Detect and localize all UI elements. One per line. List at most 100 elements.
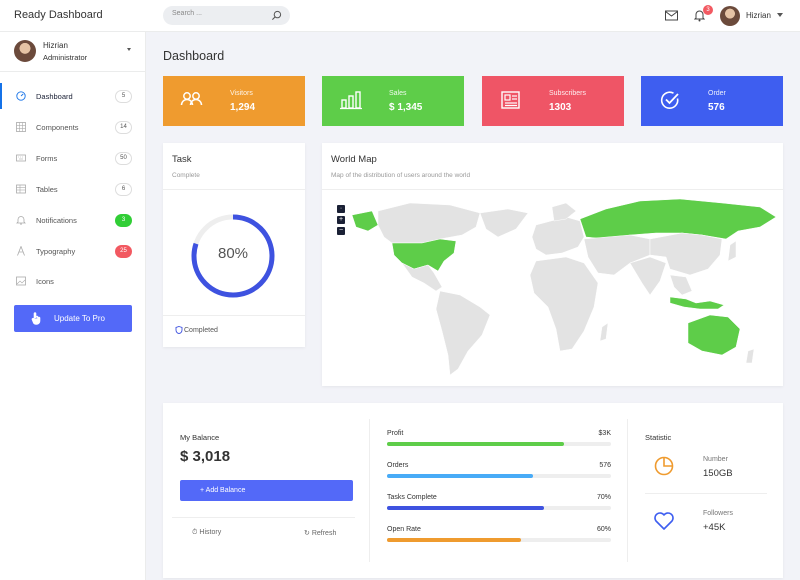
- task-card: Task Complete 80% Completed: [163, 143, 305, 347]
- sidebar-item-dashboard[interactable]: Dashboard 5: [0, 83, 146, 109]
- map-region-highlighted: [687, 314, 741, 356]
- divider: [163, 315, 305, 316]
- balance-value: $ 3,018: [180, 448, 231, 465]
- card-title: World Map: [331, 154, 377, 165]
- sidebar-item-forms[interactable]: Forms 50: [0, 145, 146, 171]
- stat-card-sales[interactable]: Sales $ 1,345: [322, 76, 464, 126]
- map-region-highlighted: [351, 210, 379, 232]
- divider: [645, 493, 767, 494]
- users-icon: [180, 92, 203, 106]
- card-subtitle: Map of the distribution of users around …: [331, 172, 471, 179]
- progress-track: [387, 474, 611, 478]
- sidebar-item-typography[interactable]: Typography 25: [0, 238, 146, 264]
- progress-label: Tasks Complete: [387, 494, 437, 501]
- world-map[interactable]: [330, 191, 782, 385]
- map-region: [669, 274, 693, 296]
- stat-card-order[interactable]: Order 576: [641, 76, 783, 126]
- avatar: [14, 40, 36, 62]
- user-name[interactable]: Hizrian: [746, 11, 771, 20]
- heart-icon: [654, 512, 674, 530]
- map-region: [435, 290, 491, 376]
- map-region: [479, 208, 529, 238]
- history-icon: ⏱: [192, 529, 198, 536]
- font-icon: [17, 246, 25, 256]
- sidebar-item-tables[interactable]: Tables 6: [0, 176, 146, 202]
- stat-label: Subscribers: [549, 90, 586, 97]
- divider: [322, 189, 783, 190]
- check-circle-icon: [660, 91, 679, 110]
- count-badge: 6: [115, 183, 132, 196]
- map-region: [629, 256, 667, 296]
- app-logo[interactable]: Ready Dashboard: [14, 9, 103, 21]
- sidebar-item-label: Notifications: [36, 216, 77, 225]
- stat-value: 576: [708, 102, 725, 113]
- newspaper-icon: [501, 91, 520, 109]
- search-input[interactable]: Search ...: [172, 10, 202, 17]
- divider: [163, 189, 305, 190]
- avatar[interactable]: [720, 6, 740, 26]
- stat-value: 1303: [549, 102, 572, 113]
- stat-card-subscribers[interactable]: Subscribers 1303: [482, 76, 624, 126]
- gauge-icon: [16, 91, 26, 101]
- pie-chart-icon: [654, 456, 674, 476]
- notification-count-badge: 3: [703, 5, 713, 15]
- chevron-down-icon[interactable]: [777, 13, 783, 17]
- balance-card: My Balance $ 3,018 + Add Balance ⏱ Histo…: [163, 403, 783, 578]
- sidebar-user-role: Administrator: [43, 53, 88, 62]
- balance-label: My Balance: [180, 433, 220, 442]
- count-badge: 14: [115, 121, 132, 134]
- map-region: [377, 202, 481, 244]
- refresh-link[interactable]: ↻ Refresh: [304, 529, 336, 537]
- divider: [172, 517, 355, 518]
- top-navbar: Ready Dashboard Search ... 3 Hizrian: [0, 0, 800, 32]
- search-box[interactable]: Search ...: [163, 6, 290, 25]
- page-title: Dashboard: [163, 49, 225, 63]
- envelope-icon[interactable]: [665, 10, 678, 21]
- refresh-label: Refresh: [311, 530, 337, 537]
- statistic-value: 150GB: [703, 468, 733, 479]
- map-region: [745, 348, 755, 364]
- count-badge: 25: [115, 245, 132, 258]
- history-label: History: [199, 529, 222, 536]
- sidebar-user-name: Hizrian: [43, 41, 68, 50]
- map-region: [727, 240, 737, 262]
- update-to-pro-button[interactable]: Update To Pro: [14, 305, 132, 332]
- progress-track: [387, 442, 611, 446]
- stat-label: Visitors: [230, 90, 253, 97]
- progress-value: $3K: [598, 430, 611, 437]
- task-percent-label: 80%: [217, 245, 249, 262]
- stat-value: 1,294: [230, 102, 256, 113]
- sidebar-user[interactable]: Hizrian Administrator: [0, 32, 146, 72]
- add-balance-label: + Add Balance: [200, 487, 246, 494]
- world-map-card: World Map Map of the distribution of use…: [322, 143, 783, 386]
- add-balance-button[interactable]: + Add Balance: [180, 480, 353, 501]
- sidebar-item-label: Typography: [36, 247, 76, 256]
- progress-bar-fill: [387, 442, 564, 446]
- sidebar-item-label: Tables: [36, 185, 58, 194]
- progress-label: Profit: [387, 430, 404, 437]
- history-link[interactable]: ⏱ History: [192, 529, 221, 537]
- card-subtitle: Complete: [172, 172, 200, 179]
- stat-card-visitors[interactable]: Visitors 1,294: [163, 76, 305, 126]
- bell-icon: [16, 216, 26, 225]
- sidebar-item-icons[interactable]: Icons: [0, 268, 146, 294]
- card-title: Task: [172, 154, 192, 165]
- stat-label: Sales: [389, 90, 407, 97]
- sidebar-item-components[interactable]: Components 14: [0, 114, 146, 140]
- photo-icon: [16, 276, 26, 286]
- chevron-down-icon[interactable]: [127, 48, 131, 51]
- shield-icon: [175, 326, 183, 334]
- search-icon[interactable]: [271, 10, 282, 21]
- sidebar-item-label: Forms: [36, 154, 58, 163]
- sidebar-item-notifications[interactable]: Notifications 3: [0, 207, 146, 233]
- table-icon: [16, 184, 26, 194]
- update-to-pro-label: Update To Pro: [54, 314, 105, 323]
- progress-label: Open Rate: [387, 526, 421, 533]
- statistic-label: Number: [703, 456, 728, 463]
- progress-track: [387, 506, 611, 510]
- map-region-highlighted: [579, 198, 777, 240]
- completed-status: Completed: [184, 327, 218, 334]
- hand-pointer-icon: [31, 312, 41, 325]
- progress-bar-fill: [387, 506, 544, 510]
- statistic-label: Followers: [703, 510, 733, 517]
